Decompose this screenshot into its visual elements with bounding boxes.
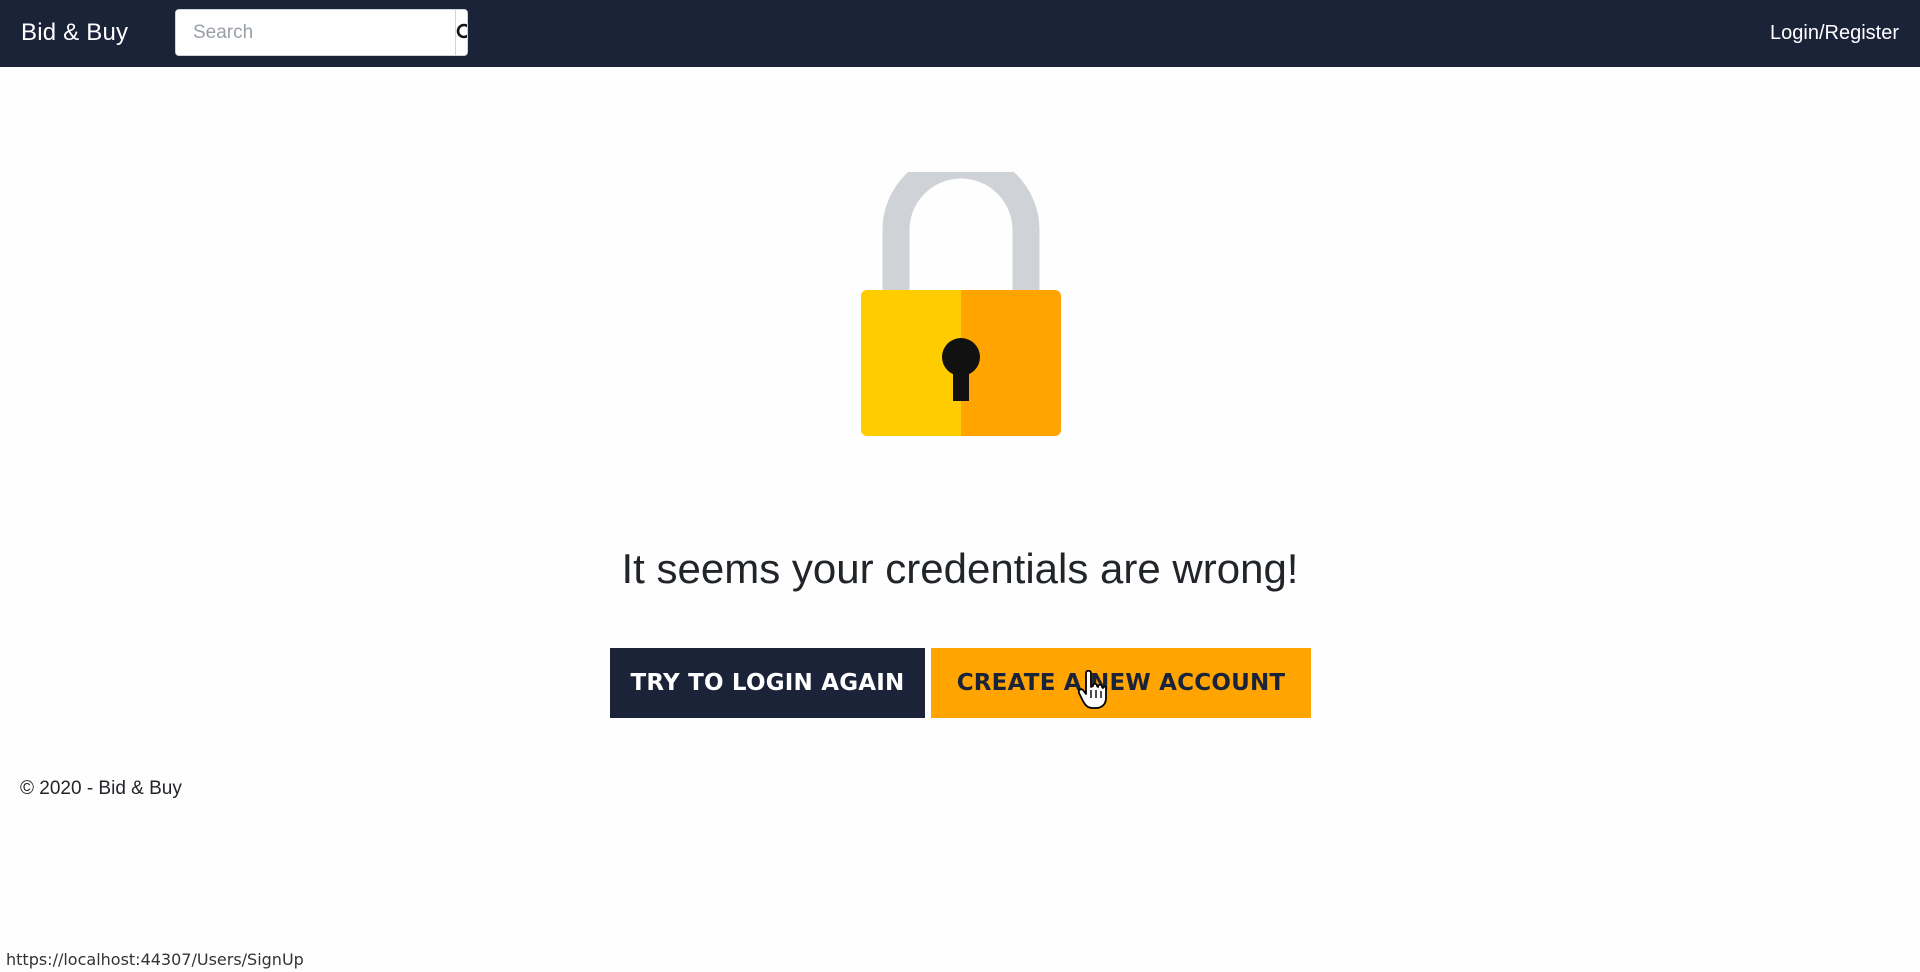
try-login-again-button[interactable]: TRY TO LOGIN AGAIN: [610, 648, 925, 718]
search-form: [175, 9, 468, 56]
browser-status-url: https://localhost:44307/Users/SignUp: [6, 950, 304, 969]
create-account-button[interactable]: CREATE A NEW ACCOUNT: [931, 648, 1311, 718]
error-message: It seems your credentials are wrong!: [621, 545, 1299, 592]
top-navbar: Bid & Buy Login/Register: [0, 0, 1920, 67]
login-register-link[interactable]: Login/Register: [1770, 16, 1899, 50]
brand-link[interactable]: Bid & Buy: [21, 16, 128, 50]
search-icon: [456, 23, 467, 38]
footer-copyright: © 2020 - Bid & Buy: [20, 778, 182, 799]
search-button[interactable]: [455, 10, 467, 55]
hand-pointer-cursor-icon: [1077, 670, 1107, 709]
padlock-icon: [861, 172, 1061, 436]
search-input[interactable]: [176, 10, 455, 55]
